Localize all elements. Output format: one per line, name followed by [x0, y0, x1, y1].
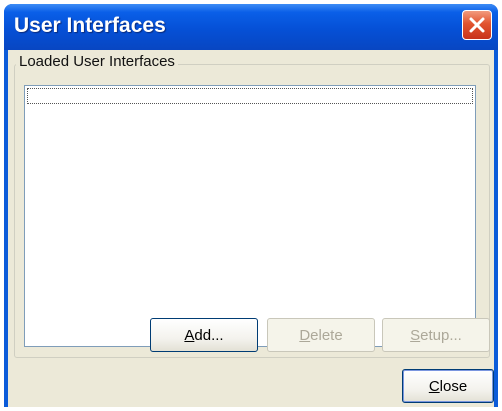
add-label-rest: dd...: [194, 326, 224, 344]
add-button[interactable]: Add...: [150, 318, 258, 352]
delete-label-rest: elete: [310, 326, 343, 344]
close-label-rest: lose: [439, 377, 468, 395]
delete-button[interactable]: Delete: [267, 318, 375, 352]
setup-label-rest: etup...: [420, 326, 462, 344]
window-title: User Interfaces: [14, 14, 166, 37]
group-label: Loaded User Interfaces: [16, 53, 178, 70]
dialog-body: Loaded User Interfaces Add... Delete Set…: [8, 50, 494, 407]
close-button[interactable]: Close: [402, 369, 494, 403]
setup-mnemonic: S: [410, 326, 421, 344]
dialog-window: User Interfaces Loaded User Interfaces A…: [4, 4, 498, 407]
close-icon: [469, 17, 485, 33]
add-mnemonic: A: [184, 326, 195, 344]
title-close-button[interactable]: [462, 10, 492, 40]
title-bar[interactable]: User Interfaces: [4, 4, 498, 50]
delete-mnemonic: D: [299, 326, 311, 344]
setup-button[interactable]: Setup...: [382, 318, 490, 352]
user-interfaces-list[interactable]: [24, 85, 476, 347]
close-mnemonic: C: [428, 377, 440, 395]
list-focus-row[interactable]: [27, 88, 473, 104]
